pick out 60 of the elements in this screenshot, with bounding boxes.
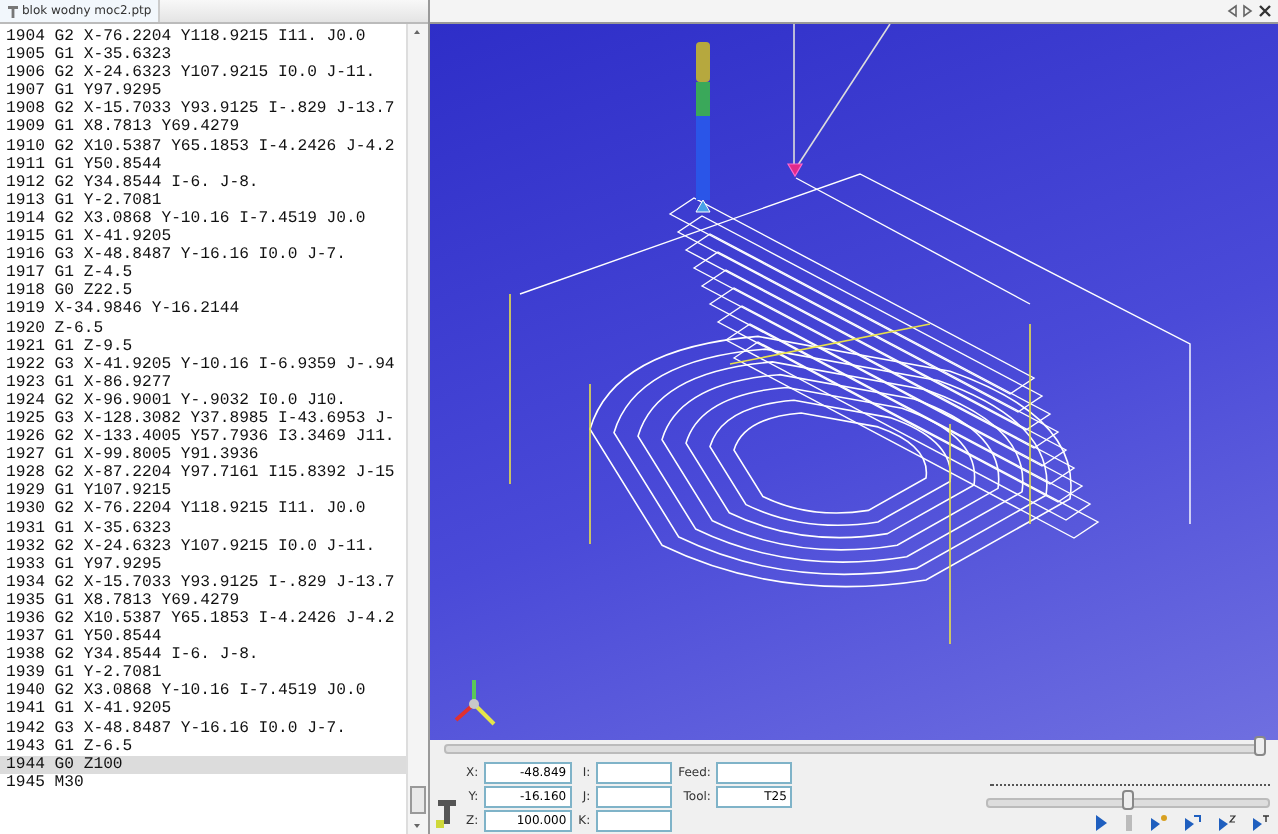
code-line[interactable]: 1919 X-34.9846 Y-16.2144 [0, 300, 248, 319]
code-line[interactable]: 1920 Z-6.5 [0, 319, 112, 338]
code-line[interactable]: 1913 G1 Y-2.7081 [0, 191, 170, 210]
code-line[interactable]: 1928 G2 X-87.2204 Y97.7161 I15.8392 J-15 [0, 464, 403, 483]
scroll-thumb[interactable] [410, 786, 426, 814]
tool-icon [436, 798, 458, 832]
code-line[interactable]: 1925 G3 X-128.3082 Y37.8985 I-43.6953 J- [0, 409, 403, 429]
value-field[interactable] [596, 786, 673, 808]
3d-viewport[interactable] [430, 24, 1278, 740]
code-line[interactable]: 1940 G2 X3.0868 Y-10.16 I-7.4519 J0.0 [0, 682, 374, 701]
close-icon[interactable] [1258, 4, 1272, 18]
value-field[interactable] [596, 810, 673, 832]
code-line[interactable]: 1941 G1 X-41.9205 [0, 700, 180, 720]
code-line[interactable]: 1927 G1 X-99.8005 Y91.3936 [0, 446, 267, 465]
code-line[interactable]: 1907 G1 Y97.9295 [0, 82, 170, 101]
code-line[interactable]: 1916 G3 X-48.8487 Y-16.16 I0.0 J-7. [0, 246, 354, 265]
code-line[interactable]: 1904 G2 X-76.2204 Y118.9215 I11. J0.0 [0, 28, 374, 47]
step-icon[interactable] [1150, 814, 1168, 832]
axis-triad-icon [454, 680, 496, 726]
value-field[interactable] [596, 762, 673, 784]
tool-position-marker-icon [786, 163, 804, 178]
step-icon[interactable] [1184, 814, 1202, 832]
code-line[interactable]: 1945 M30 [0, 773, 92, 792]
code-line[interactable]: 1942 G3 X-48.8487 Y-16.16 I0.0 J-7. [0, 719, 354, 738]
code-line[interactable]: 1938 G2 Y34.8544 I-6. J-8. [0, 646, 267, 665]
code-line[interactable]: 1931 G1 X-35.6323 [0, 519, 180, 538]
code-line[interactable]: 1908 G2 X-15.7033 Y93.9125 I-.829 J-13.7 [0, 100, 403, 119]
code-line[interactable]: 1917 G1 Z-4.5 [0, 264, 141, 283]
code-line[interactable]: 1939 G1 Y-2.7081 [0, 664, 170, 683]
code-line[interactable]: 1935 G1 X8.7813 Y69.4279 [0, 591, 248, 610]
code-line[interactable]: 1933 G1 Y97.9295 [0, 555, 170, 574]
code-line[interactable]: 1929 G1 Y107.9215 [0, 482, 180, 501]
code-line[interactable]: 1912 G2 Y34.8544 I-6. J-8. [0, 173, 267, 192]
code-line[interactable]: 1911 G1 Y50.8544 [0, 155, 170, 174]
play-icon[interactable] [1094, 814, 1108, 832]
code-line[interactable]: 1937 G1 Y50.8544 [0, 628, 170, 647]
value-field[interactable] [716, 762, 793, 784]
code-line[interactable]: 1924 G2 X-96.9001 Y-.9032 I0.0 J10. [0, 391, 354, 410]
code-line[interactable]: 1932 G2 X-24.6323 Y107.9215 I0.0 J-11. [0, 537, 384, 556]
code-line[interactable]: 1909 G1 X8.7813 Y69.4279 [0, 118, 248, 138]
step-icon[interactable] [1252, 814, 1270, 832]
code-line[interactable]: 1906 G2 X-24.6323 Y107.9215 I0.0 J-11. [0, 64, 384, 83]
code-line[interactable]: 1923 G1 X-86.9277 [0, 373, 180, 392]
code-line[interactable]: 1915 G1 X-41.9205 [0, 228, 180, 247]
code-line[interactable]: 1930 G2 X-76.2204 Y118.9215 I11. J0.0 [0, 500, 374, 520]
code-line[interactable]: 1943 G1 Z-6.5 [0, 737, 141, 756]
next-icon[interactable] [1242, 4, 1254, 18]
code-line[interactable]: 1914 G2 X3.0868 Y-10.16 I-7.4519 J0.0 [0, 209, 374, 229]
step-icon[interactable] [1218, 814, 1236, 832]
scrollbar[interactable] [406, 24, 428, 834]
code-line[interactable]: 1922 G3 X-41.9205 Y-10.16 I-6.9359 J-.94 [0, 355, 403, 374]
code-line[interactable]: 1910 G2 X10.5387 Y65.1853 I-4.2426 J-4.2 [0, 137, 403, 156]
code-line[interactable]: 1921 G1 Z-9.5 [0, 337, 141, 356]
code-line[interactable]: 1905 G1 X-35.6323 [0, 46, 180, 65]
file-icon [6, 3, 20, 19]
code-line[interactable]: 1926 G2 X-133.4005 Y57.7936 I3.3469 J11. [0, 428, 403, 447]
previous-icon[interactable] [1226, 4, 1238, 18]
code-line[interactable]: 1918 G0 Z22.5 [0, 282, 141, 301]
code-line[interactable]: 1936 G2 X10.5387 Y65.1853 I-4.2426 J-4.2 [0, 610, 403, 629]
code-line[interactable]: 1934 G2 X-15.7033 Y93.9125 I-.829 J-13.7 [0, 573, 403, 592]
